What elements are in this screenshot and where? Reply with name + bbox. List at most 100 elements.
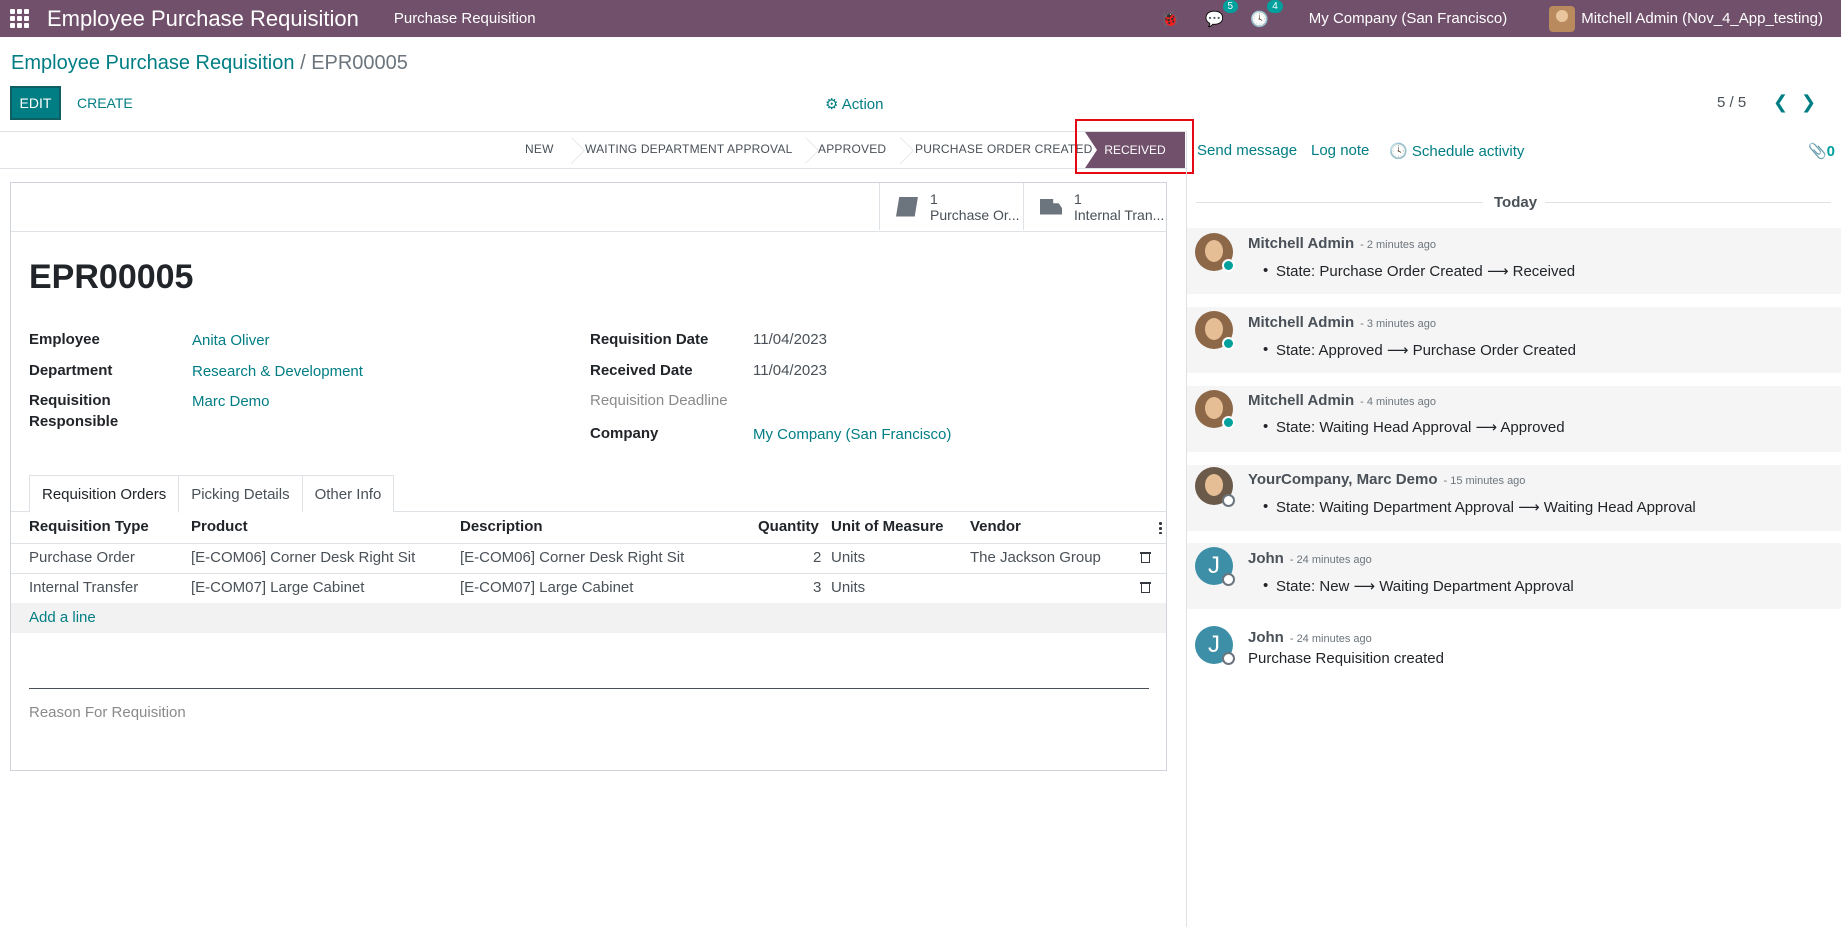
user-menu[interactable]: Mitchell Admin (Nov_4_App_testing) xyxy=(1549,5,1823,32)
app-title[interactable]: Employee Purchase Requisition xyxy=(47,6,359,32)
smart-button-label: Internal Tran... xyxy=(1074,206,1165,223)
pager-previous-icon[interactable]: ❮ xyxy=(1773,92,1788,113)
breadcrumb-parent[interactable]: Employee Purchase Requisition xyxy=(11,52,295,74)
cell-description: [E-COM07] Large Cabinet xyxy=(460,579,634,596)
message-author[interactable]: John xyxy=(1248,550,1284,567)
purchase-order-smart-button[interactable]: 1 Purchase Or... xyxy=(879,183,1023,230)
smart-button-box: 1 Purchase Or... 1 Internal Tran... xyxy=(11,183,1166,232)
menu-purchase-requisition[interactable]: Purchase Requisition xyxy=(394,10,536,27)
user-name: Mitchell Admin (Nov_4_App_testing) xyxy=(1581,10,1823,27)
today-separator: Today xyxy=(1494,194,1538,211)
message-author[interactable]: Mitchell Admin xyxy=(1248,235,1354,252)
column-unit-of-measure[interactable]: Unit of Measure xyxy=(831,518,944,535)
stage-new[interactable]: NEW xyxy=(525,142,554,156)
responsible-label-line1: Requisition xyxy=(29,392,111,409)
reason-for-requisition-field[interactable]: Reason For Requisition xyxy=(29,704,186,721)
column-description[interactable]: Description xyxy=(460,518,543,535)
tab-other-info[interactable]: Other Info xyxy=(301,475,395,512)
message-time: - 15 minutes ago xyxy=(1443,475,1526,487)
edit-button[interactable]: EDIT xyxy=(10,86,61,120)
breadcrumb: Employee Purchase Requisition / EPR00005 xyxy=(11,52,408,75)
tab-requisition-orders[interactable]: Requisition Orders xyxy=(29,475,180,513)
internal-transfer-smart-button[interactable]: 1 Internal Tran... xyxy=(1023,183,1167,230)
company-label: Company xyxy=(590,425,659,442)
pager-value[interactable]: 5 / 5 xyxy=(1717,94,1746,111)
apps-menu-icon[interactable] xyxy=(10,8,30,29)
department-field[interactable]: Research & Development xyxy=(192,363,363,380)
today-divider-right xyxy=(1545,202,1831,203)
create-button[interactable]: CREATE xyxy=(77,95,133,111)
message-body: State: Waiting Department Approval ⟶ Wai… xyxy=(1263,498,1696,516)
stage-arrow xyxy=(792,132,810,168)
column-quantity[interactable]: Quantity xyxy=(758,518,819,535)
cell-uom: Units xyxy=(831,549,866,566)
tab-picking-details[interactable]: Picking Details xyxy=(178,475,303,512)
message-time: - 4 minutes ago xyxy=(1360,396,1436,408)
column-requisition-type[interactable]: Requisition Type xyxy=(29,518,149,535)
message-author[interactable]: Mitchell Admin xyxy=(1248,314,1354,331)
message-author[interactable]: YourCompany, Marc Demo xyxy=(1248,471,1437,488)
message-time: - 3 minutes ago xyxy=(1360,318,1436,330)
add-a-line-link[interactable]: Add a line xyxy=(29,609,96,626)
action-menu-button[interactable]: ⚙ Action xyxy=(825,95,883,113)
top-navbar: Employee Purchase Requisition Purchase R… xyxy=(0,0,1841,37)
table-header-border xyxy=(11,543,1166,544)
cell-product: [E-COM06] Corner Desk Right Sit xyxy=(191,549,416,566)
schedule-activity-button[interactable]: 🕓 Schedule activity xyxy=(1389,142,1524,160)
received-date-field[interactable]: 11/04/2023 xyxy=(753,362,827,379)
stage-approved[interactable]: APPROVED xyxy=(818,142,886,156)
online-status-icon xyxy=(1222,259,1235,272)
stage-purchase-order-created[interactable]: PURCHASE ORDER CREATED xyxy=(915,142,1093,156)
offline-status-icon xyxy=(1222,494,1235,507)
statusbar-top-border xyxy=(0,131,1186,132)
attachment-count[interactable]: 📎0 xyxy=(1808,142,1835,160)
column-product[interactable]: Product xyxy=(191,518,248,535)
breadcrumb-current: EPR00005 xyxy=(311,52,408,74)
cell-requisition-type: Internal Transfer xyxy=(29,579,139,596)
log-note-button[interactable]: Log note xyxy=(1311,142,1369,159)
chatter-message: J John - 24 minutes ago Purchase Requisit… xyxy=(1187,622,1841,672)
chatter-message: Mitchell Admin - 4 minutes ago State: Wai… xyxy=(1187,386,1841,452)
employee-field[interactable]: Anita Oliver xyxy=(192,332,270,349)
stage-arrow xyxy=(887,132,905,168)
cell-description: [E-COM06] Corner Desk Right Sit xyxy=(460,549,685,566)
cell-requisition-type: Purchase Order xyxy=(29,549,135,566)
form-sheet: 1 Purchase Or... 1 Internal Tran... EPR000… xyxy=(10,182,1167,771)
stage-waiting-department-approval[interactable]: WAITING DEPARTMENT APPROVAL xyxy=(585,142,792,156)
message-author[interactable]: John xyxy=(1248,629,1284,646)
record-name: EPR00005 xyxy=(29,258,194,296)
message-body: State: New ⟶ Waiting Department Approval xyxy=(1263,577,1574,595)
highlight-annotation-box xyxy=(1075,119,1194,174)
stage-arrow xyxy=(558,132,576,168)
requisition-date-field[interactable]: 11/04/2023 xyxy=(753,331,827,348)
optional-columns-icon[interactable] xyxy=(1159,521,1162,534)
column-vendor[interactable]: Vendor xyxy=(970,518,1021,535)
company-field[interactable]: My Company (San Francisco) xyxy=(753,426,951,443)
chat-icon[interactable]: 💬 5 xyxy=(1205,0,1239,28)
send-message-button[interactable]: Send message xyxy=(1197,142,1297,159)
message-body: State: Waiting Head Approval ⟶ Approved xyxy=(1263,418,1565,436)
company-switcher[interactable]: My Company (San Francisco) xyxy=(1309,10,1507,27)
pager-next-icon[interactable]: ❯ xyxy=(1801,92,1816,113)
activity-clock-icon[interactable]: 🕓 4 xyxy=(1250,0,1283,28)
breadcrumb-separator: / xyxy=(300,52,306,74)
trash-icon[interactable] xyxy=(1140,551,1151,563)
cell-quantity: 3 xyxy=(813,579,822,596)
requisition-deadline-label: Requisition Deadline xyxy=(590,392,728,409)
responsible-label-line2: Responsible xyxy=(29,413,119,430)
message-body: State: Purchase Order Created ⟶ Received xyxy=(1263,262,1575,280)
notebook-tabs: Requisition Orders Picking Details Other… xyxy=(29,475,395,513)
trash-icon[interactable] xyxy=(1140,581,1151,593)
smart-button-label: Purchase Or... xyxy=(930,206,1020,223)
chatter-message: J John- 24 minutes ago State: New ⟶ Wait… xyxy=(1187,543,1841,609)
cell-product: [E-COM07] Large Cabinet xyxy=(191,579,365,596)
received-date-label: Received Date xyxy=(590,362,693,379)
message-body: Purchase Requisition created xyxy=(1248,650,1444,667)
statusbar-bottom-border xyxy=(0,168,1186,169)
responsible-field[interactable]: Marc Demo xyxy=(192,393,270,410)
bug-icon[interactable]: 🐞 xyxy=(1161,10,1180,28)
message-author[interactable]: Mitchell Admin xyxy=(1248,392,1354,409)
cell-uom: Units xyxy=(831,579,866,596)
message-time: - 24 minutes ago xyxy=(1289,554,1372,566)
truck-icon xyxy=(1040,198,1062,215)
